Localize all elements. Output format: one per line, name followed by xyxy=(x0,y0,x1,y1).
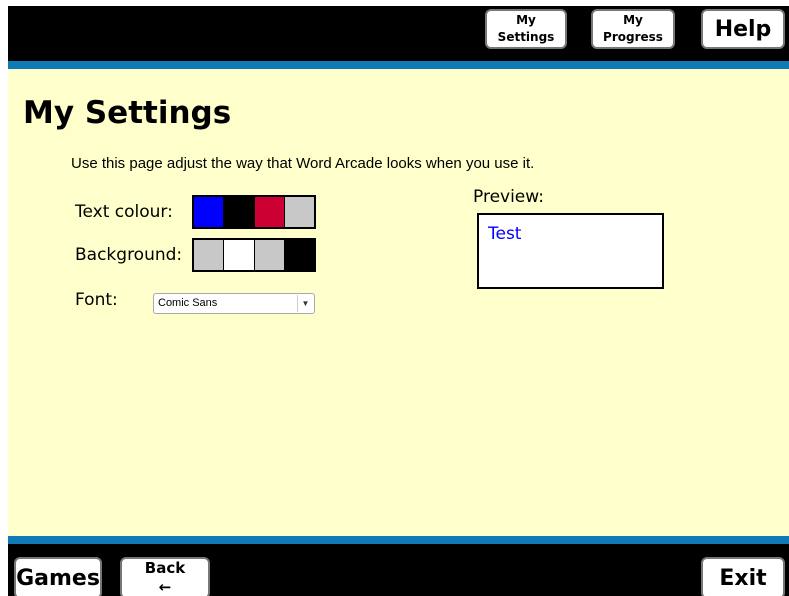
my-progress-button[interactable]: My Progress xyxy=(591,9,675,49)
my-settings-line1: My xyxy=(516,13,536,27)
exit-button[interactable]: Exit xyxy=(701,557,785,596)
text-colour-swatch-black[interactable] xyxy=(223,197,254,227)
preview-label: Preview: xyxy=(473,187,544,207)
top-divider xyxy=(8,61,789,69)
top-bar: My Settings My Progress Help xyxy=(8,6,789,61)
page-title: My Settings xyxy=(23,95,232,131)
preview-text: Test xyxy=(488,224,522,244)
background-swatch-white[interactable] xyxy=(223,240,254,270)
my-progress-line1: My xyxy=(623,13,643,27)
chevron-down-icon: ▼ xyxy=(297,295,313,312)
help-button[interactable]: Help xyxy=(701,9,785,49)
background-swatch-grey-2[interactable] xyxy=(253,240,284,270)
font-select[interactable]: Comic Sans ▼ xyxy=(153,293,315,314)
text-colour-swatch-blue[interactable] xyxy=(194,197,224,227)
games-button[interactable]: Games xyxy=(14,557,102,596)
text-colour-label: Text colour: xyxy=(75,202,173,222)
arrow-left-icon: ← xyxy=(158,578,172,596)
back-button[interactable]: Back ← xyxy=(120,557,210,596)
text-colour-swatch-red[interactable] xyxy=(253,197,284,227)
font-label: Font: xyxy=(75,290,118,310)
games-label: Games xyxy=(16,565,100,591)
background-label: Background: xyxy=(75,245,183,265)
bottom-bar: Games Back ← Exit xyxy=(8,544,789,596)
help-label: Help xyxy=(714,16,772,42)
exit-label: Exit xyxy=(719,565,767,591)
settings-panel: My Settings Use this page adjust the way… xyxy=(8,69,789,536)
preview-box: Test xyxy=(477,213,664,289)
app-frame: My Settings My Progress Help My Settings… xyxy=(8,6,789,596)
my-settings-button[interactable]: My Settings xyxy=(485,9,567,49)
background-swatch-black[interactable] xyxy=(283,240,314,270)
intro-text: Use this page adjust the way that Word A… xyxy=(71,155,535,172)
my-progress-line2: Progress xyxy=(603,30,663,44)
back-label: Back xyxy=(144,559,186,577)
my-settings-line2: Settings xyxy=(497,30,555,44)
background-swatches xyxy=(192,238,316,272)
background-swatch-grey[interactable] xyxy=(194,240,224,270)
bottom-divider xyxy=(8,536,789,544)
text-colour-swatch-grey[interactable] xyxy=(283,197,314,227)
text-colour-swatches xyxy=(192,195,316,229)
font-select-value: Comic Sans xyxy=(158,297,218,309)
